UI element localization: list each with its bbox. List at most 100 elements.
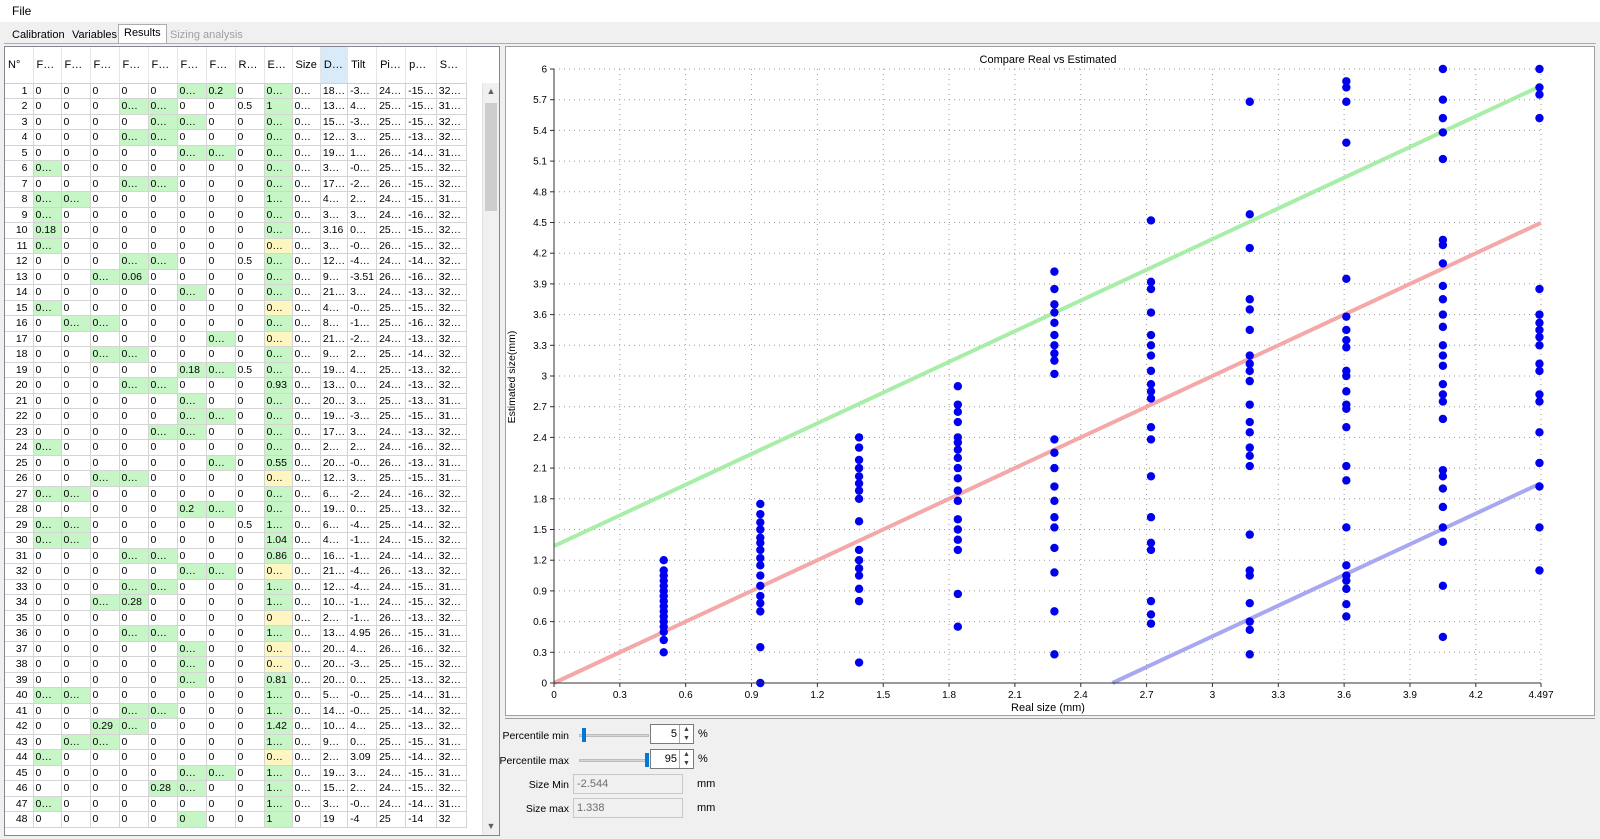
table-cell[interactable]: 0 <box>235 470 265 487</box>
table-cell[interactable]: 0 <box>148 362 178 378</box>
table-cell[interactable]: -4… <box>347 563 378 580</box>
table-row[interactable]: 27 0… 0… 0 0 0 0 0 0 0… 0… 6… -2… 24… -16… 32… <box>5 486 467 502</box>
table-cell[interactable]: 0 <box>33 765 62 781</box>
table-cell[interactable]: 0 <box>148 594 178 611</box>
table-cell[interactable]: 0 <box>33 610 62 626</box>
table-cell[interactable]: 0… <box>347 222 378 239</box>
table-cell[interactable]: 0 <box>90 253 120 270</box>
table-cell[interactable]: 0 <box>61 470 91 487</box>
table-cell[interactable]: 25… <box>376 687 407 704</box>
table-cell[interactable]: 3… <box>347 207 378 223</box>
table-cell[interactable]: 0 <box>90 656 120 673</box>
table-cell[interactable]: 20… <box>320 672 349 688</box>
row-number[interactable]: 3 <box>5 114 34 130</box>
table-cell[interactable]: 24… <box>376 253 407 270</box>
table-cell[interactable]: -13… <box>405 129 437 146</box>
table-cell[interactable]: 1 <box>264 811 293 828</box>
table-cell[interactable]: -16… <box>405 439 437 456</box>
table-cell[interactable]: 0.5 <box>235 98 265 115</box>
table-cell[interactable]: 0… <box>177 114 207 130</box>
scroll-thumb[interactable] <box>485 103 497 211</box>
table-cell[interactable]: 0 <box>235 796 265 812</box>
row-number[interactable]: 34 <box>5 594 34 611</box>
table-cell[interactable]: 0 <box>148 501 178 518</box>
table-cell[interactable]: -15… <box>405 98 437 115</box>
table-cell[interactable]: 0 <box>148 532 178 549</box>
table-cell[interactable]: 0… <box>264 83 293 99</box>
table-cell[interactable]: 1… <box>264 517 293 533</box>
table-cell[interactable]: 0 <box>148 439 178 456</box>
table-cell[interactable]: 24… <box>376 796 407 812</box>
table-cell[interactable]: -15… <box>405 625 437 642</box>
table-cell[interactable]: 0 <box>235 160 265 177</box>
table-cell[interactable]: 0… <box>264 486 293 502</box>
table-cell[interactable]: 20… <box>320 641 349 657</box>
table-row[interactable]: 25 0 0 0 0 0 0 0… 0 0.55 0… 20… -0… 26… -13… 31… <box>5 455 467 471</box>
table-cell[interactable]: 32… <box>436 486 467 502</box>
table-cell[interactable]: 0… <box>292 672 321 688</box>
table-cell[interactable]: 0 <box>33 362 62 378</box>
table-row[interactable]: 10 0.18 0 0 0 0 0 0 0 0… 0… 3.16 0… 25… -15… 32… <box>5 222 467 239</box>
table-cell[interactable]: 0… <box>292 129 321 146</box>
row-number[interactable]: 31 <box>5 548 34 564</box>
table-cell[interactable]: 0… <box>119 176 149 192</box>
table-cell[interactable]: 0 <box>90 672 120 688</box>
table-cell[interactable]: 0… <box>90 346 120 363</box>
table-cell[interactable]: 0… <box>292 486 321 502</box>
table-cell[interactable]: 0… <box>148 253 178 270</box>
table-cell[interactable]: -13… <box>405 672 437 688</box>
table-cell[interactable]: 25 <box>376 811 407 828</box>
table-cell[interactable]: 0… <box>33 191 62 208</box>
table-cell[interactable]: -15… <box>405 656 437 673</box>
table-cell[interactable]: 0 <box>177 269 207 285</box>
table-cell[interactable]: 32… <box>436 83 467 99</box>
table-cell[interactable]: 0 <box>235 455 265 471</box>
table-cell[interactable]: 0 <box>90 160 120 177</box>
table-cell[interactable]: 0… <box>33 532 62 549</box>
table-cell[interactable]: 1… <box>347 145 378 161</box>
row-number[interactable]: 2 <box>5 98 34 115</box>
table-cell[interactable]: -4 <box>347 811 378 828</box>
table-cell[interactable]: 0… <box>61 517 91 533</box>
table-cell[interactable]: 0 <box>90 145 120 161</box>
table-cell[interactable]: -16… <box>405 486 437 502</box>
table-cell[interactable]: 0 <box>235 114 265 130</box>
table-cell[interactable]: -14… <box>405 517 437 533</box>
scroll-down-arrow-icon[interactable]: ▼ <box>483 818 499 835</box>
table-cell[interactable]: 24… <box>376 331 407 347</box>
table-cell[interactable]: 0 <box>33 703 62 719</box>
table-cell[interactable]: 0 <box>206 300 236 316</box>
table-cell[interactable]: 0… <box>148 548 178 564</box>
table-cell[interactable]: 0… <box>292 594 321 611</box>
table-cell[interactable]: 0… <box>119 98 149 115</box>
table-cell[interactable]: 0… <box>292 191 321 208</box>
row-number[interactable]: 27 <box>5 486 34 502</box>
table-cell[interactable]: 31… <box>436 393 467 409</box>
table-cell[interactable]: 0… <box>148 114 178 130</box>
table-cell[interactable]: 0 <box>177 470 207 487</box>
table-cell[interactable]: 0… <box>292 796 321 812</box>
table-cell[interactable]: 25… <box>376 470 407 487</box>
table-cell[interactable]: -1… <box>347 610 378 626</box>
table-cell[interactable]: 0 <box>148 160 178 177</box>
table-cell[interactable]: 0… <box>177 145 207 161</box>
table-cell[interactable]: 0 <box>206 486 236 502</box>
table-cell[interactable]: 0 <box>148 470 178 487</box>
table-cell[interactable]: 0 <box>177 811 207 828</box>
table-cell[interactable]: 0… <box>292 408 321 425</box>
table-cell[interactable]: 0 <box>206 129 236 146</box>
table-cell[interactable]: -16… <box>405 269 437 285</box>
table-cell[interactable]: 0 <box>177 594 207 611</box>
table-cell[interactable]: 12… <box>320 129 349 146</box>
table-cell[interactable]: -2… <box>347 331 378 347</box>
table-cell[interactable]: 32… <box>436 176 467 192</box>
table-cell[interactable]: 0 <box>90 579 120 595</box>
table-cell[interactable]: 0… <box>292 641 321 657</box>
column-header[interactable]: F… <box>33 47 62 84</box>
table-cell[interactable]: 0… <box>292 517 321 533</box>
table-cell[interactable]: -15… <box>405 83 437 99</box>
table-cell[interactable]: 0 <box>61 114 91 130</box>
table-cell[interactable]: -15… <box>405 594 437 611</box>
table-cell[interactable]: 0… <box>61 191 91 208</box>
table-cell[interactable]: 0… <box>347 734 378 750</box>
